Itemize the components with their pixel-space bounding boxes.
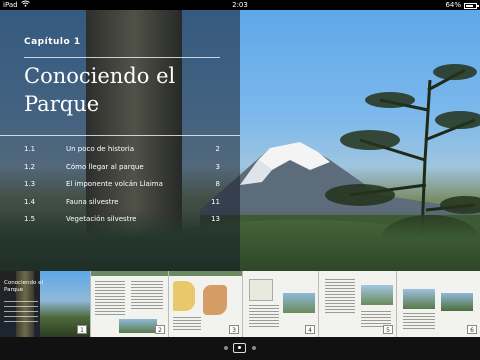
thumbnail-text bbox=[249, 305, 279, 329]
thumbnail-text bbox=[403, 313, 435, 329]
toc-entry[interactable]: 1.1 Un poco de historia 2 bbox=[24, 141, 220, 159]
status-bar: iPad 2:03 64% bbox=[0, 0, 480, 10]
page-thumbnail[interactable]: 4 bbox=[242, 271, 318, 337]
toc-entry-title: El imponente volcán Llaima bbox=[66, 180, 163, 188]
thumbnail-title: Conociendo el Parque bbox=[4, 280, 43, 293]
page-thumbnail[interactable]: 3 bbox=[168, 271, 242, 337]
divider bbox=[24, 57, 220, 58]
thumbnail-page-number: 6 bbox=[467, 325, 477, 334]
thumbnail-photo bbox=[441, 293, 473, 311]
thumbnail-page-number: 5 bbox=[383, 325, 393, 334]
toc-entry-title: Cómo llegar al parque bbox=[66, 162, 144, 171]
battery-icon bbox=[464, 3, 479, 9]
battery-percent: 64% bbox=[445, 1, 461, 9]
page-dot-current[interactable] bbox=[233, 343, 246, 353]
thumbnail-text bbox=[95, 281, 125, 317]
thumbnail-page-number: 1 bbox=[77, 325, 87, 334]
toc-entry-number: 1.1 bbox=[24, 145, 36, 153]
toc-entry-page: 8 bbox=[215, 180, 220, 188]
thumbnail-text bbox=[131, 281, 163, 311]
thumbnail-map bbox=[173, 281, 195, 311]
book-page[interactable]: Capítulo 1 Conociendo el Parque 1.1 Un po… bbox=[0, 10, 480, 280]
page-dot[interactable] bbox=[224, 346, 228, 350]
toc-entry-page: 11 bbox=[211, 197, 220, 206]
page-indicator bbox=[0, 337, 480, 360]
thumbnail-header bbox=[91, 271, 168, 276]
thumbnail-photo bbox=[283, 293, 315, 313]
toc-entry-title: Un poco de historia bbox=[66, 145, 135, 153]
toc-list: 1.1 Un poco de historia 2 1.2 Cómo llegar al… bbox=[24, 141, 220, 229]
page-thumbnail-strip[interactable]: Conociendo el Parque 1 2 3 4 5 6 bbox=[0, 271, 480, 337]
page-thumbnail[interactable]: 2 bbox=[90, 271, 168, 337]
page-thumbnail[interactable]: 5 bbox=[318, 271, 396, 337]
chapter-toc-panel: Capítulo 1 Conociendo el Parque 1.1 Un po… bbox=[0, 10, 240, 280]
thumbnail-page-number: 3 bbox=[229, 325, 239, 334]
thumbnail-photo bbox=[361, 285, 393, 305]
status-time: 2:03 bbox=[232, 1, 248, 9]
thumbnail-page-number: 4 bbox=[305, 325, 315, 334]
toc-entry[interactable]: 1.2 Cómo llegar al parque 3 bbox=[24, 159, 220, 177]
toc-entry[interactable]: 1.5 Vegetación silvestre 13 bbox=[24, 211, 220, 229]
toc-entry-title: Vegetación silvestre bbox=[66, 215, 137, 223]
toc-entry-page: 3 bbox=[215, 162, 220, 171]
page-dot[interactable] bbox=[252, 346, 256, 350]
page-thumbnail[interactable]: Conociendo el Parque 1 bbox=[0, 271, 90, 337]
thumbnail-toc-lines bbox=[4, 301, 38, 326]
toc-entry-page: 13 bbox=[211, 215, 220, 223]
thumbnail-header bbox=[169, 271, 242, 276]
chapter-label: Capítulo 1 bbox=[24, 37, 81, 47]
toc-entry-number: 1.4 bbox=[24, 197, 36, 206]
page-thumbnail[interactable]: 6 bbox=[396, 271, 480, 337]
toc-entry-number: 1.2 bbox=[24, 162, 36, 171]
thumbnail-page-number: 2 bbox=[155, 325, 165, 334]
toc-entry-page: 2 bbox=[215, 145, 220, 153]
toc-entry[interactable]: 1.3 El imponente volcán Llaima 8 bbox=[24, 176, 220, 194]
toc-entry-title: Fauna silvestre bbox=[66, 197, 119, 206]
toc-entry[interactable]: 1.4 Fauna silvestre 11 bbox=[24, 194, 220, 212]
thumbnail-map bbox=[249, 279, 273, 301]
chapter-title: Conociendo el Parque bbox=[24, 64, 176, 116]
thumbnail-text bbox=[325, 279, 355, 315]
toc-entry-number: 1.5 bbox=[24, 215, 36, 223]
thumbnail-map bbox=[203, 285, 227, 315]
toc-entry-number: 1.3 bbox=[24, 180, 36, 188]
thumbnail-photo bbox=[119, 319, 157, 333]
thumbnail-text bbox=[173, 317, 201, 331]
divider bbox=[0, 135, 240, 136]
thumbnail-photo bbox=[403, 289, 435, 309]
